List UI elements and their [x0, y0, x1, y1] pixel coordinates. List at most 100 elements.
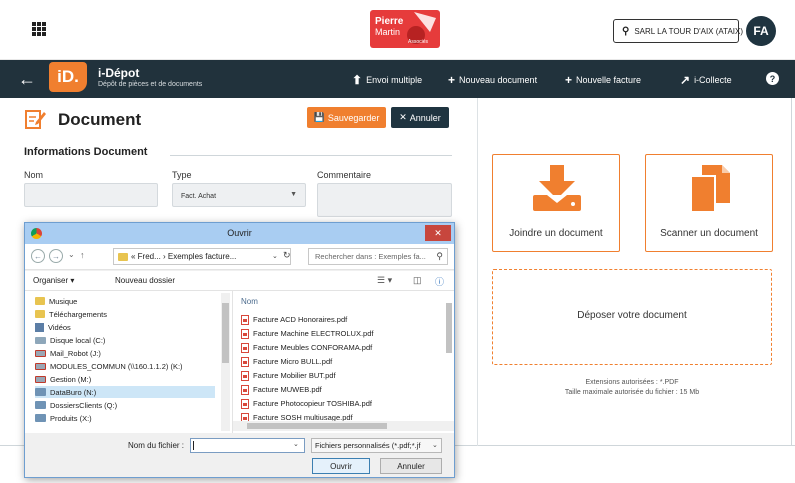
open-button[interactable]: Ouvrir: [312, 458, 370, 474]
nav-item-gestion[interactable]: Gestion (M:): [35, 373, 91, 385]
dialog-close-button[interactable]: ✕: [425, 225, 451, 241]
brand-logo[interactable]: Pierre Martin Associés: [370, 10, 440, 48]
refresh-icon[interactable]: ↻: [283, 250, 291, 261]
company-selector[interactable]: ⚲ SARL LA TOUR D'AIX (ATAIX): [613, 19, 743, 43]
file-name: Facture Photocopieur TOSHIBA.pdf: [253, 399, 372, 408]
nav-item-musique[interactable]: Musique: [35, 295, 77, 307]
filename-dropdown-icon[interactable]: ⌄: [293, 440, 299, 448]
pdf-file-icon: [241, 384, 249, 395]
network-drive-icon: [35, 414, 46, 422]
column-header-name[interactable]: Nom: [241, 297, 258, 306]
preview-pane-icon[interactable]: ◫: [413, 275, 422, 286]
horizontal-scrollbar[interactable]: [233, 421, 454, 431]
commentaire-textarea[interactable]: [317, 183, 452, 217]
file-item[interactable]: Facture ACD Honoraires.pdf: [241, 313, 347, 326]
address-path: « Fred... › Exemples facture...: [131, 252, 237, 261]
logo-pierre-text: Pierre: [375, 16, 404, 27]
open-file-dialog: Ouvrir ✕ ← → ⌄ ↑ « Fred... › Exemples fa…: [24, 222, 455, 478]
file-type-filter[interactable]: Fichiers personnalisés (*.pdf;*.jf: [311, 438, 442, 453]
nav-item-videos[interactable]: Vidéos: [35, 321, 71, 333]
file-item[interactable]: Facture Machine ELECTROLUX.pdf: [241, 327, 373, 340]
dialog-titlebar[interactable]: Ouvrir ✕: [25, 223, 454, 244]
address-bar[interactable]: « Fred... › Exemples facture...: [113, 248, 291, 265]
save-button[interactable]: 💾 Sauvegarder: [307, 107, 386, 128]
apps-grid-icon[interactable]: [32, 22, 46, 36]
address-dropdown-icon[interactable]: ⌄: [272, 252, 278, 260]
nav-item-telechargements[interactable]: Téléchargements: [35, 308, 107, 320]
address-row: ← → ⌄ ↑ « Fred... › Exemples facture... …: [25, 244, 454, 270]
copy-document-icon: [690, 165, 730, 213]
nav-nouveau-document[interactable]: + Nouveau document: [448, 73, 537, 87]
nav-envoi-multiple-label: Envoi multiple: [366, 75, 423, 85]
nav-item-disque-local[interactable]: Disque local (C:): [35, 334, 105, 346]
download-icon: [533, 165, 581, 211]
nav-item-label: Disque local (C:): [50, 335, 106, 345]
dialog-title: Ouvrir: [227, 228, 252, 238]
avatar[interactable]: FA: [746, 16, 776, 46]
help-icon[interactable]: ?: [766, 72, 779, 85]
forward-icon[interactable]: →: [49, 249, 63, 263]
search-input[interactable]: Rechercher dans : Exemples fa... ⚲: [308, 248, 448, 265]
file-item[interactable]: Facture Photocopieur TOSHIBA.pdf: [241, 397, 372, 410]
type-select[interactable]: Fact. Achat ▼: [172, 183, 306, 207]
help-icon[interactable]: ⓘ: [435, 275, 444, 288]
dialog-cancel-button[interactable]: Annuler: [380, 458, 442, 474]
navigation-scrollbar[interactable]: [221, 293, 230, 431]
network-drive-icon: [35, 349, 46, 357]
file-name: Facture Meubles CONFORAMA.pdf: [253, 343, 373, 352]
app-logo: iD.: [49, 62, 87, 92]
plus-icon: +: [448, 73, 456, 87]
file-name: Facture ACD Honoraires.pdf: [253, 315, 348, 324]
nav-item-mail-robot[interactable]: Mail_Robot (J:): [35, 347, 101, 359]
file-item[interactable]: Facture Mobilier BUT.pdf: [241, 369, 336, 382]
drop-zone[interactable]: Déposer votre document: [492, 269, 772, 365]
file-item[interactable]: Facture Micro BULL.pdf: [241, 355, 332, 368]
pdf-file-icon: [241, 356, 249, 367]
logo-associes-text: Associés: [408, 39, 429, 45]
file-item[interactable]: Facture MUWEB.pdf: [241, 383, 322, 396]
nav-nouveau-document-label: Nouveau document: [459, 75, 538, 85]
scan-document-label: Scanner un document: [660, 228, 758, 239]
back-icon[interactable]: ←: [31, 249, 45, 263]
nav-item-produits[interactable]: Produits (X:): [35, 412, 92, 424]
filename-input[interactable]: [190, 438, 305, 453]
folder-music-icon: [35, 297, 45, 305]
nav-item-databuro[interactable]: DataBuro (N:): [35, 386, 215, 398]
nom-label: Nom: [24, 170, 44, 180]
up-arrow-icon[interactable]: ↑: [80, 250, 85, 260]
nav-item-label: Téléchargements: [49, 309, 107, 319]
history-dropdown-icon[interactable]: ⌄: [68, 250, 75, 259]
nav-item-dossiers-clients[interactable]: DossiersClients (Q:): [35, 399, 117, 411]
search-icon: ⚲: [622, 25, 630, 37]
page-edge: [791, 98, 792, 446]
nav-item-modules-commun[interactable]: MODULES_COMMUN (\\160.1.1.2) (K:): [35, 360, 183, 372]
close-icon: ✕: [399, 112, 407, 122]
pdf-file-icon: [241, 328, 249, 339]
cancel-label: Annuler: [409, 112, 441, 123]
nav-envoi-multiple[interactable]: ⬆ Envoi multiple: [352, 73, 422, 87]
scan-document-tile[interactable]: Scanner un document: [645, 154, 773, 252]
nav-item-label: Musique: [49, 296, 78, 306]
nav-i-collecte-label: i-Collecte: [694, 75, 732, 85]
navigation-pane: Musique Téléchargements Vidéos Disque lo…: [25, 291, 233, 433]
organize-button[interactable]: Organiser ▾: [33, 276, 74, 285]
back-arrow-icon[interactable]: ←: [18, 69, 36, 90]
network-drive-icon: [35, 401, 46, 409]
network-drive-icon: [35, 362, 46, 370]
file-name: Facture Mobilier BUT.pdf: [253, 371, 336, 380]
dialog-footer: Nom du fichier : ⌄ Fichiers personnalisé…: [25, 433, 454, 477]
new-folder-button[interactable]: Nouveau dossier: [115, 276, 175, 285]
view-options-icon[interactable]: ☰ ▾: [377, 275, 392, 286]
filter-dropdown-icon[interactable]: ⌄: [432, 441, 438, 449]
file-item[interactable]: Facture Meubles CONFORAMA.pdf: [241, 341, 372, 354]
nom-input[interactable]: [24, 183, 158, 207]
nav-item-label: MODULES_COMMUN (\\160.1.1.2) (K:): [50, 361, 183, 371]
nav-nouvelle-facture[interactable]: + Nouvelle facture: [565, 73, 641, 87]
app-navbar: ← iD. i-Dépot Dépôt de pièces et de docu…: [0, 60, 795, 98]
cancel-button[interactable]: ✕ Annuler: [391, 107, 449, 128]
drive-icon: [35, 336, 46, 344]
file-list-scrollbar[interactable]: [445, 295, 453, 419]
save-label: Sauvegarder: [327, 112, 380, 123]
join-document-tile[interactable]: Joindre un document: [492, 154, 620, 252]
nav-i-collecte[interactable]: ↗ i-Collecte: [680, 73, 732, 87]
